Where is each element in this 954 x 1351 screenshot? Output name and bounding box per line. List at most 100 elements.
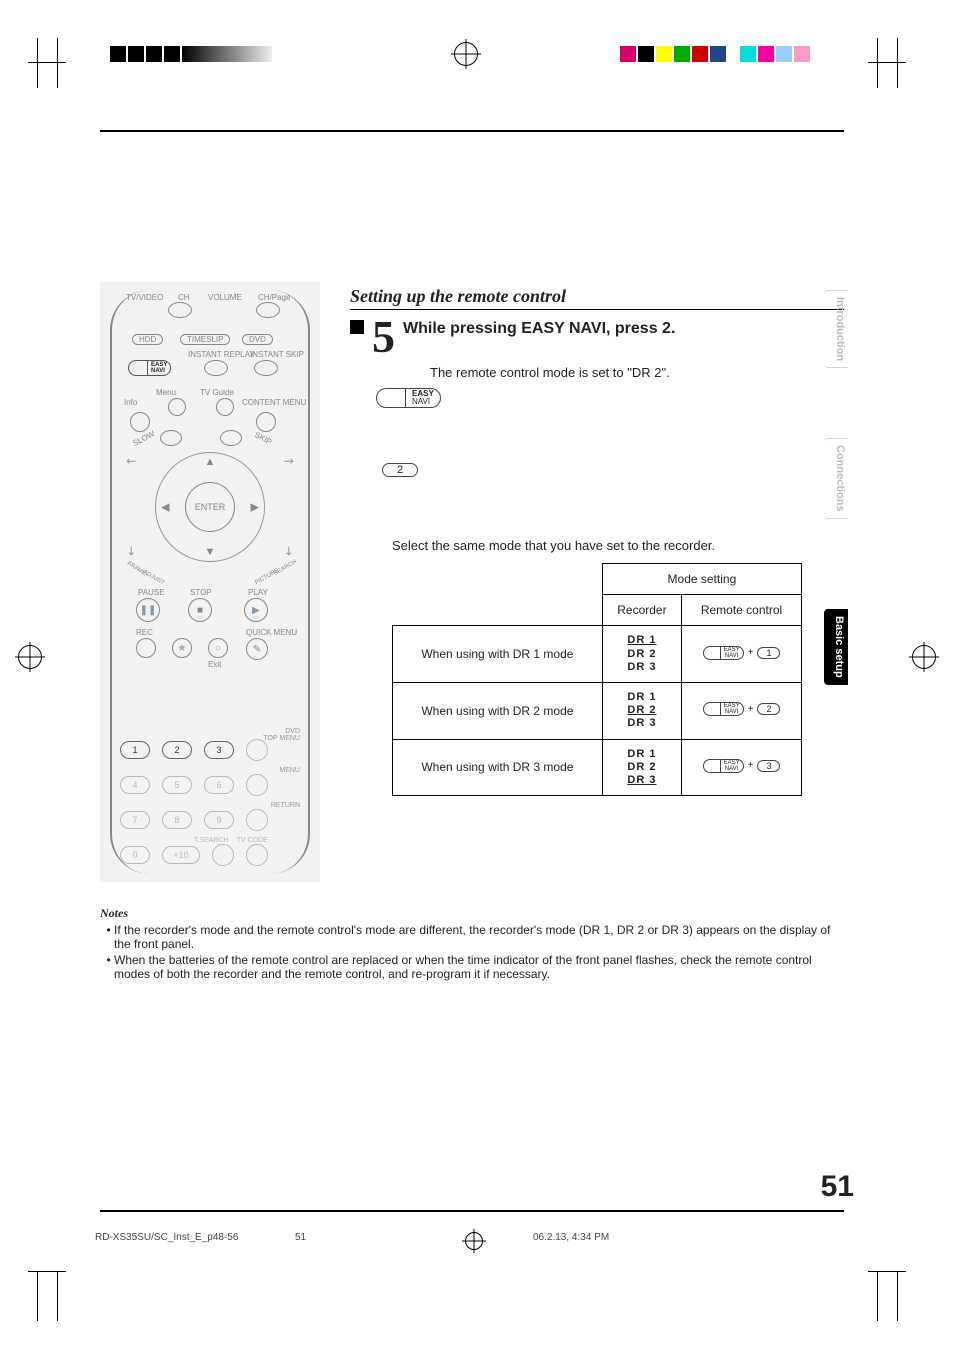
crop-mark-icon xyxy=(28,38,46,88)
crop-mark-icon xyxy=(28,62,66,63)
crop-mark-icon xyxy=(888,38,906,88)
crop-mark-icon xyxy=(888,1271,906,1321)
step-number: 5 xyxy=(372,316,395,357)
dr-cell: DR 1 DR 2 DR 3 xyxy=(609,748,675,788)
color-mark-icon xyxy=(692,46,708,62)
page-content: TV/VIDEO CH VOLUME CH/Page HDD TIMESLIP … xyxy=(100,130,844,892)
crosshair-icon xyxy=(18,645,42,669)
slow-button-icon xyxy=(160,430,182,446)
combo-key: 1 xyxy=(757,647,780,659)
combo-key: 2 xyxy=(757,703,780,715)
page-number: 51 xyxy=(821,1170,854,1204)
rocker-icon xyxy=(168,302,192,318)
remote-combo: EASYNAVI + 3 xyxy=(703,759,781,773)
crop-mark-icon xyxy=(48,1271,66,1321)
rocker-icon xyxy=(256,302,280,318)
crop-mark-icon xyxy=(868,38,886,88)
topmenu-button-icon xyxy=(246,739,268,761)
chapter-tabs: Introduction Connections Basic setup xyxy=(824,290,848,755)
remote-label-dvd: DVD xyxy=(242,334,273,345)
play-button-icon: ▶ xyxy=(244,598,268,622)
remote-label-instskip: INSTANT SKIP xyxy=(250,350,304,359)
table-row: When using with DR 2 mode DR 1 DR 2 DR 3… xyxy=(393,682,802,739)
num-8-icon: 8 xyxy=(162,811,192,829)
easy-navi-illustration: EASYNAVI xyxy=(376,388,441,408)
tab-introduction[interactable]: Introduction xyxy=(824,290,848,368)
color-mark-icon xyxy=(740,46,756,62)
remote-label-menu: Menu xyxy=(156,388,176,397)
quickmenu-button-icon: ✎ xyxy=(246,638,268,660)
color-mark-icon xyxy=(758,46,774,62)
footer: RD-XS35SU/SC_Inst_E_p48-56 51 06.2.13, 4… xyxy=(95,1232,855,1250)
return-button-icon xyxy=(246,809,268,831)
section-title: Setting up the remote control xyxy=(350,286,844,310)
dr-cell: DR 1 DR 2 DR 3 xyxy=(609,691,675,731)
circle-button-icon: ○ xyxy=(208,638,228,658)
stop-button-icon: ■ xyxy=(188,598,212,622)
combo-key: 3 xyxy=(757,760,780,772)
remote-label-rec: REC xyxy=(136,628,153,637)
th-mode-setting: Mode setting xyxy=(602,564,801,595)
color-mark-icon xyxy=(710,46,726,62)
when-cell: When using with DR 2 mode xyxy=(393,682,603,739)
crosshair-icon xyxy=(465,1232,483,1250)
menu-button-icon xyxy=(168,398,186,416)
tvguide-button-icon xyxy=(216,398,234,416)
num-1-icon: 1 xyxy=(120,741,150,759)
plus-icon: + xyxy=(748,647,754,658)
registration-mark-icon xyxy=(164,46,180,62)
crop-mark-icon xyxy=(868,1271,886,1321)
remote-label-instreplay: INSTANT REPLAY xyxy=(188,350,255,359)
remote-label-menu2: MENU xyxy=(120,767,300,774)
th-recorder: Recorder xyxy=(602,595,681,626)
num-4-icon: 4 xyxy=(120,776,150,794)
number-pad: DVDTOP MENU 123 MENU 456 RETURN 789 T.SE… xyxy=(120,728,300,872)
num-7-icon: 7 xyxy=(120,811,150,829)
registration-mark-icon xyxy=(128,46,144,62)
remote-control-illustration: TV/VIDEO CH VOLUME CH/Page HDD TIMESLIP … xyxy=(100,282,320,882)
remote-combo: EASYNAVI + 2 xyxy=(703,702,781,716)
plus-icon: + xyxy=(748,760,754,771)
remote-label-tvcode: TV CODE xyxy=(237,837,268,844)
plus-icon: + xyxy=(748,704,754,715)
info-button-icon xyxy=(130,412,150,432)
color-mark-icon xyxy=(620,46,636,62)
step-instruction: While pressing EASY NAVI, press 2. xyxy=(403,320,675,338)
registration-mark-icon xyxy=(110,46,126,62)
num-5-icon: 5 xyxy=(162,776,192,794)
down-arrow-icon: ▼ xyxy=(205,546,216,558)
left-arrow-icon: ◀ xyxy=(161,501,169,514)
color-mark-icon xyxy=(674,46,690,62)
tab-basic-setup[interactable]: Basic setup xyxy=(824,609,848,685)
color-mark-icon xyxy=(776,46,792,62)
remote-label-ch: CH xyxy=(178,293,190,302)
num-9-icon: 9 xyxy=(204,811,234,829)
instant-replay-button-icon xyxy=(204,360,228,376)
star-button-icon: ★ xyxy=(172,638,192,658)
tvcode-button-icon xyxy=(246,844,268,866)
remote-label-hdd: HDD xyxy=(132,334,163,345)
tab-connections[interactable]: Connections xyxy=(824,438,848,519)
num-plus10-icon: +10 xyxy=(162,846,200,864)
rec-button-icon xyxy=(136,638,156,658)
color-mark-icon xyxy=(656,46,672,62)
num-6-icon: 6 xyxy=(204,776,234,794)
remote-label-return: RETURN xyxy=(120,802,300,809)
th-remote: Remote control xyxy=(682,595,802,626)
right-arrow-icon: ▶ xyxy=(251,501,259,514)
crop-mark-icon xyxy=(48,38,66,88)
registration-mark-icon xyxy=(146,46,162,62)
crop-mark-icon xyxy=(28,1271,46,1321)
page-rule xyxy=(100,1210,844,1212)
table-row: When using with DR 3 mode DR 1 DR 2 DR 3… xyxy=(393,739,802,796)
grayscale-bar-icon xyxy=(182,46,272,62)
instant-skip-button-icon xyxy=(254,360,278,376)
footer-stamp: 06.2.13, 4:34 PM xyxy=(533,1232,855,1250)
menu-button-icon xyxy=(246,774,268,796)
remote-label-info: Info xyxy=(124,398,137,407)
remote-label-exit: Exit xyxy=(208,660,221,669)
mode-setting-table: Mode setting Recorder Remote control Whe… xyxy=(392,563,802,796)
when-cell: When using with DR 1 mode xyxy=(393,626,603,683)
remote-label-pause: PAUSE xyxy=(138,588,165,597)
footer-file: RD-XS35SU/SC_Inst_E_p48-56 xyxy=(95,1232,295,1250)
